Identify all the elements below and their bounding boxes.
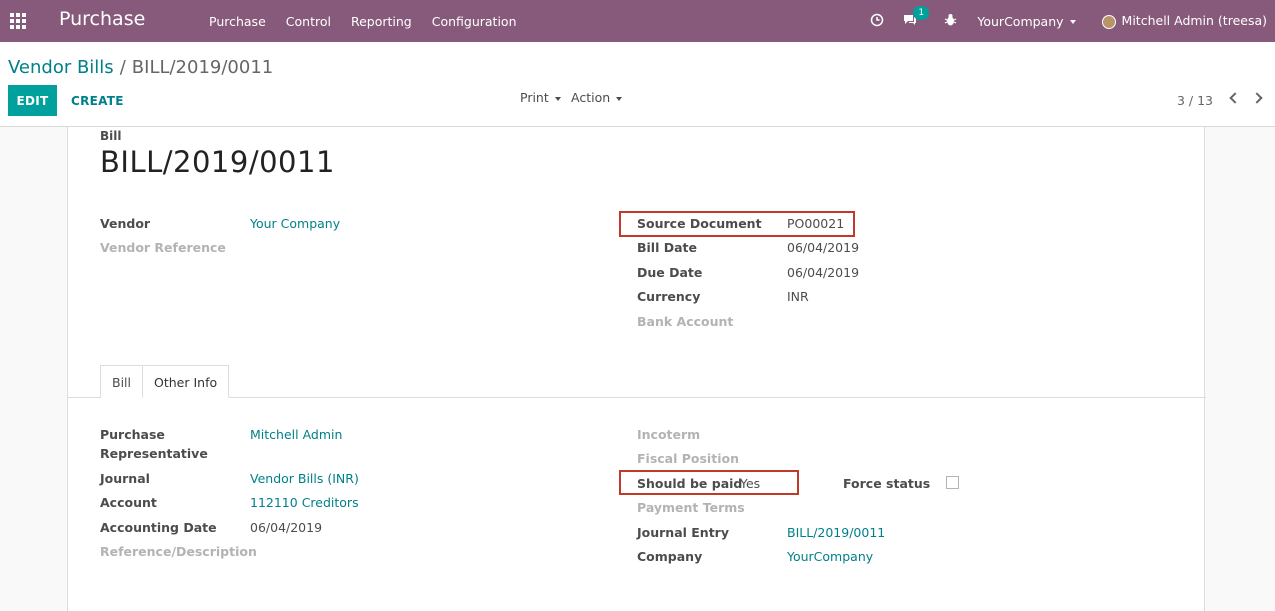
vendor-reference-label: Vendor Reference xyxy=(100,240,226,255)
edit-button[interactable]: EDIT xyxy=(8,85,57,116)
reference-description-label: Reference/Description xyxy=(100,544,257,559)
incoterm-label: Incoterm xyxy=(637,427,701,442)
force-status-label: Force status xyxy=(843,476,931,491)
journal-label: Journal xyxy=(100,471,150,486)
pager-value[interactable]: 3 / 13 xyxy=(1177,93,1213,108)
menu-purchase[interactable]: Purchase xyxy=(199,14,276,29)
breadcrumb-vendor-bills[interactable]: Vendor Bills xyxy=(8,57,114,78)
should-be-paid-value: Yes xyxy=(740,476,761,491)
should-be-paid-label: Should be paid xyxy=(637,476,743,491)
systray: 1 YourCompany Mitchell Admin (treesa) xyxy=(870,0,1275,42)
chat-icon[interactable]: 1 xyxy=(902,5,930,30)
bill-date-value: 06/04/2019 xyxy=(787,240,860,255)
fiscal-position-label: Fiscal Position xyxy=(637,451,739,466)
bill-date-label: Bill Date xyxy=(637,240,697,255)
debug-bug-icon[interactable] xyxy=(944,13,957,30)
menu-configuration[interactable]: Configuration xyxy=(422,14,527,29)
print-dropdown[interactable]: Print xyxy=(520,90,561,105)
source-document-value: PO00021 xyxy=(787,216,845,231)
pager-next-icon[interactable] xyxy=(1251,92,1263,104)
clock-icon[interactable] xyxy=(870,13,884,30)
vendor-label: Vendor xyxy=(100,216,151,231)
document-type-label: Bill xyxy=(100,129,122,143)
pager-previous-icon[interactable] xyxy=(1229,92,1241,104)
tab-other-info[interactable]: Other Info xyxy=(142,365,230,398)
company-label: Company xyxy=(637,549,703,564)
source-document-label: Source Document xyxy=(637,216,762,231)
accounting-date-value: 06/04/2019 xyxy=(250,520,323,535)
app-title: Purchase xyxy=(59,8,146,30)
avatar xyxy=(1101,14,1116,29)
control-panel: Vendor Bills / BILL/2019/0011 EDIT CREATE … xyxy=(0,42,1275,127)
payment-terms-label: Payment Terms xyxy=(637,500,745,515)
journal-value[interactable]: Vendor Bills (INR) xyxy=(250,471,359,486)
purchase-representative-label-line2: Representative xyxy=(100,446,208,461)
account-value[interactable]: 112110 Creditors xyxy=(250,495,359,510)
breadcrumb-separator: / xyxy=(119,57,126,78)
currency-value: INR xyxy=(787,289,809,304)
main-menu: Purchase Control Reporting Configuration xyxy=(199,0,527,42)
company-switcher[interactable]: YourCompany xyxy=(977,14,1076,29)
due-date-label: Due Date xyxy=(637,265,703,280)
menu-reporting[interactable]: Reporting xyxy=(341,14,422,29)
action-dropdown[interactable]: Action xyxy=(571,90,623,105)
breadcrumb: Vendor Bills / BILL/2019/0011 xyxy=(8,57,273,78)
vendor-value[interactable]: Your Company xyxy=(250,216,340,231)
form-sheet: Bill BILL/2019/0011 Vendor Your Company … xyxy=(67,127,1206,611)
accounting-date-label: Accounting Date xyxy=(100,520,217,535)
chevron-down-icon xyxy=(554,96,561,101)
top-navbar: Purchase Purchase Control Reporting Conf… xyxy=(0,0,1275,42)
apps-grid-icon[interactable] xyxy=(10,13,26,29)
due-date-value: 06/04/2019 xyxy=(787,265,860,280)
breadcrumb-current: BILL/2019/0011 xyxy=(131,57,274,78)
chevron-down-icon xyxy=(1069,20,1076,24)
tab-bill[interactable]: Bill xyxy=(100,365,143,398)
account-label: Account xyxy=(100,495,157,510)
company-value[interactable]: YourCompany xyxy=(787,549,873,564)
journal-entry-label: Journal Entry xyxy=(637,525,729,540)
currency-label: Currency xyxy=(637,289,701,304)
messages-badge: 1 xyxy=(913,5,930,20)
chevron-down-icon xyxy=(616,96,623,101)
force-status-checkbox[interactable] xyxy=(946,476,959,489)
tabs-divider xyxy=(68,397,1206,398)
purchase-representative-label-line1: Purchase xyxy=(100,427,165,442)
journal-entry-value[interactable]: BILL/2019/0011 xyxy=(787,525,885,540)
bank-account-label: Bank Account xyxy=(637,314,734,329)
menu-control[interactable]: Control xyxy=(276,14,341,29)
document-name: BILL/2019/0011 xyxy=(100,145,335,179)
create-button[interactable]: CREATE xyxy=(63,85,132,116)
user-menu[interactable]: Mitchell Admin (treesa) xyxy=(1101,13,1267,29)
purchase-representative-value[interactable]: Mitchell Admin xyxy=(250,427,342,442)
